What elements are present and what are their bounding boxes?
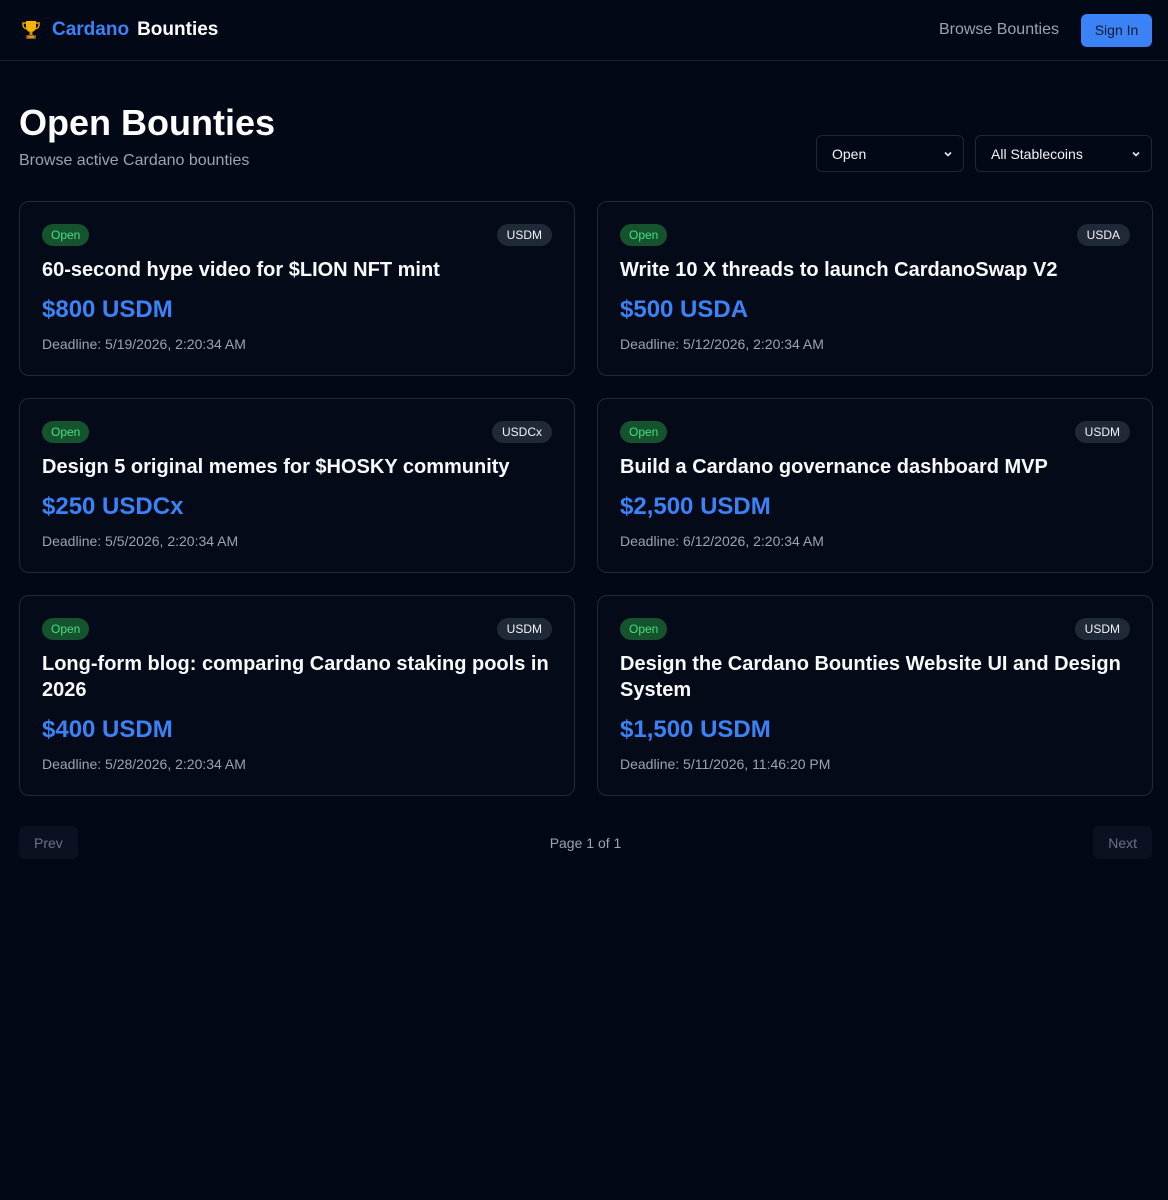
page-title: Open Bounties	[19, 102, 276, 143]
card-badges: Open USDM	[42, 618, 552, 640]
bounty-deadline: Deadline: 6/12/2026, 2:20:34 AM	[620, 533, 824, 549]
stablecoin-filter-value: All Stablecoins	[991, 145, 1083, 162]
bounty-deadline: Deadline: 5/11/2026, 11:46:20 PM	[620, 756, 831, 772]
card-badges: Open USDM	[620, 421, 1130, 443]
bounty-title: Long-form blog: comparing Cardano stakin…	[42, 653, 549, 701]
bounty-title: Write 10 X threads to launch CardanoSwap…	[620, 259, 1058, 281]
coin-badge: USDM	[1074, 421, 1130, 443]
card-badges: Open USDM	[42, 224, 552, 246]
bounty-amount: $800 USDM	[42, 296, 173, 323]
status-filter-value: Open	[832, 145, 867, 162]
bounty-card[interactable]: Open USDCx Design 5 original memes for $…	[19, 398, 575, 573]
pagination: Prev Page 1 of 1 Next	[0, 796, 1168, 859]
stablecoin-filter-select[interactable]: All Stablecoins	[975, 135, 1152, 172]
coin-badge: USDM	[496, 224, 552, 246]
next-page-button[interactable]: Next	[1093, 826, 1152, 859]
chevron-down-icon	[1132, 151, 1140, 157]
coin-badge: USDM	[1074, 618, 1130, 640]
bounty-amount: $500 USDA	[620, 296, 749, 323]
bounty-deadline: Deadline: 5/12/2026, 2:20:34 AM	[620, 336, 824, 352]
bounty-card[interactable]: Open USDM Build a Cardano governance das…	[597, 398, 1153, 573]
brand-main-text: Bounties	[137, 19, 219, 40]
status-filter-select[interactable]: Open	[816, 135, 964, 172]
bounty-deadline: Deadline: 5/28/2026, 2:20:34 AM	[42, 756, 246, 772]
bounty-amount: $1,500 USDM	[620, 716, 771, 743]
card-badges: Open USDCx	[42, 421, 552, 443]
status-badge: Open	[620, 618, 668, 640]
bounty-card[interactable]: Open USDM Design the Cardano Bounties We…	[597, 595, 1153, 796]
coin-badge: USDM	[496, 618, 552, 640]
brand-accent-text: Cardano	[52, 19, 130, 40]
status-badge: Open	[620, 224, 668, 246]
bounty-title: Build a Cardano governance dashboard MVP	[620, 456, 1048, 478]
bounty-deadline: Deadline: 5/5/2026, 2:20:34 AM	[42, 533, 239, 549]
brand-logo[interactable]: Cardano Bounties	[22, 19, 218, 41]
card-badges: Open USDA	[620, 224, 1130, 246]
coin-badge: USDCx	[491, 421, 552, 443]
bounty-card[interactable]: Open USDA Write 10 X threads to launch C…	[597, 201, 1153, 376]
bounty-grid: Open USDM 60-second hype video for $LION…	[0, 201, 1168, 796]
status-badge: Open	[42, 421, 90, 443]
top-navbar: Cardano Bounties Browse Bounties Sign In	[0, 0, 1168, 61]
page-heading-block: Open Bounties Browse active Cardano boun…	[19, 103, 275, 201]
page-header: Open Bounties Browse active Cardano boun…	[0, 61, 1168, 201]
bounty-amount: $2,500 USDM	[620, 493, 771, 520]
prev-page-button[interactable]: Prev	[19, 826, 78, 859]
page-subtitle: Browse active Cardano bounties	[19, 152, 250, 169]
bounty-title: Design the Cardano Bounties Website UI a…	[620, 653, 1121, 701]
bounty-card[interactable]: Open USDM Long-form blog: comparing Card…	[19, 595, 575, 796]
bounty-deadline: Deadline: 5/19/2026, 2:20:34 AM	[42, 336, 246, 352]
browse-bounties-link[interactable]: Browse Bounties	[939, 21, 1059, 39]
nav-right: Browse Bounties Sign In	[939, 13, 1152, 47]
card-badges: Open USDM	[620, 618, 1130, 640]
bounty-amount: $400 USDM	[42, 716, 173, 743]
trophy-icon	[22, 21, 40, 39]
status-badge: Open	[42, 618, 90, 640]
filters: Open All Stablecoins	[816, 135, 1152, 201]
bounty-card[interactable]: Open USDM 60-second hype video for $LION…	[19, 201, 575, 376]
chevron-down-icon	[944, 151, 952, 157]
status-badge: Open	[42, 224, 90, 246]
sign-in-button[interactable]: Sign In	[1081, 13, 1152, 47]
bounty-title: 60-second hype video for $LION NFT mint	[42, 259, 440, 281]
coin-badge: USDA	[1076, 224, 1130, 246]
page-indicator: Page 1 of 1	[549, 834, 622, 851]
status-badge: Open	[620, 421, 668, 443]
bounty-amount: $250 USDCx	[42, 493, 184, 520]
bounty-title: Design 5 original memes for $HOSKY commu…	[42, 456, 510, 478]
